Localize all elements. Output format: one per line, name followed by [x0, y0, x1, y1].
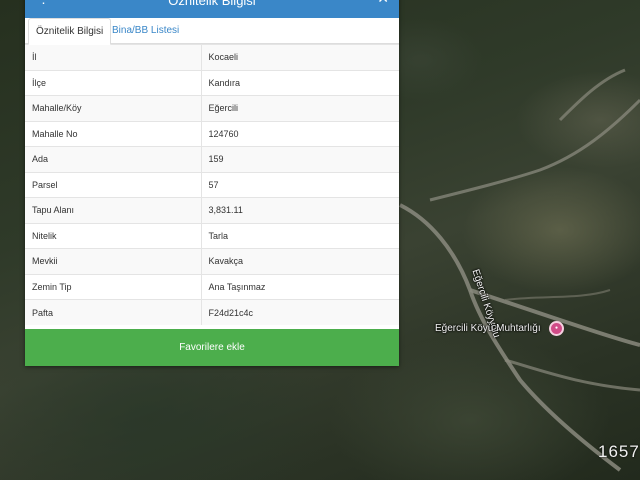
attribute-key: Pafta	[25, 299, 202, 325]
attribute-key: Mevkii	[25, 248, 202, 274]
attribute-key: Mahalle/Köy	[25, 95, 202, 121]
table-row: Tapu Alanı 3,831.11	[25, 197, 399, 223]
table-row: Parsel 57	[25, 171, 399, 198]
attribute-value: F24d21c4c	[201, 299, 399, 325]
attribute-key: İl	[25, 44, 202, 70]
attribute-value: Kavakça	[201, 248, 399, 274]
tab-attribute-info[interactable]: Öznitelik Bilgisi	[28, 18, 112, 45]
table-row: Mahalle No 124760	[25, 120, 399, 147]
attribute-value: 3,831.11	[201, 197, 399, 223]
panel-tabs: Öznitelik Bilgisi Bina/BB Listesi	[25, 18, 399, 45]
table-row: Pafta F24d21c4c	[25, 299, 399, 325]
attribute-value: Eğercili	[201, 95, 399, 121]
attribute-panel: ⋮ Öznitelik Bilgisi ✕ Öznitelik Bilgisi …	[25, 0, 399, 366]
attribute-value: 124760	[201, 120, 399, 147]
attribute-value: Ana Taşınmaz	[201, 273, 399, 300]
attribute-key: Nitelik	[25, 222, 202, 249]
attribute-table: İl Kocaeli İlçe Kandıra Mahalle/Köy Eğercili M…	[25, 44, 399, 325]
tab-building-list[interactable]: Bina/BB Listesi	[105, 18, 186, 45]
attribute-value: 57	[201, 171, 399, 198]
attribute-value: Kandıra	[201, 69, 399, 96]
attribute-value: Kocaeli	[201, 44, 399, 70]
table-row: Ada 159	[25, 146, 399, 172]
attribute-key: Parsel	[25, 171, 202, 198]
table-row: Mevkii Kavakça	[25, 248, 399, 274]
panel-title: Öznitelik Bilgisi	[168, 0, 256, 8]
table-row: Mahalle/Köy Eğercili	[25, 95, 399, 121]
close-icon[interactable]: ✕	[377, 0, 389, 5]
attribute-value: 159	[201, 146, 399, 172]
table-row: İlçe Kandıra	[25, 69, 399, 96]
poi-marker-icon[interactable]: ●	[549, 321, 564, 336]
attribute-key: Tapu Alanı	[25, 197, 202, 223]
scale-number: 1657	[598, 442, 640, 461]
table-row: İl Kocaeli	[25, 44, 399, 70]
add-favorites-button[interactable]: Favorilere ekle	[25, 329, 399, 366]
menu-icon[interactable]: ⋮	[37, 0, 50, 6]
poi-label: Eğercili Köyü Muhtarlığı	[435, 323, 541, 334]
attribute-key: Ada	[25, 146, 202, 172]
table-row: Zemin Tip Ana Taşınmaz	[25, 273, 399, 300]
attribute-key: Mahalle No	[25, 120, 202, 147]
panel-header: ⋮ Öznitelik Bilgisi ✕	[25, 0, 399, 18]
table-row: Nitelik Tarla	[25, 222, 399, 249]
attribute-key: İlçe	[25, 69, 202, 96]
attribute-key: Zemin Tip	[25, 273, 202, 300]
attribute-value: Tarla	[201, 222, 399, 249]
